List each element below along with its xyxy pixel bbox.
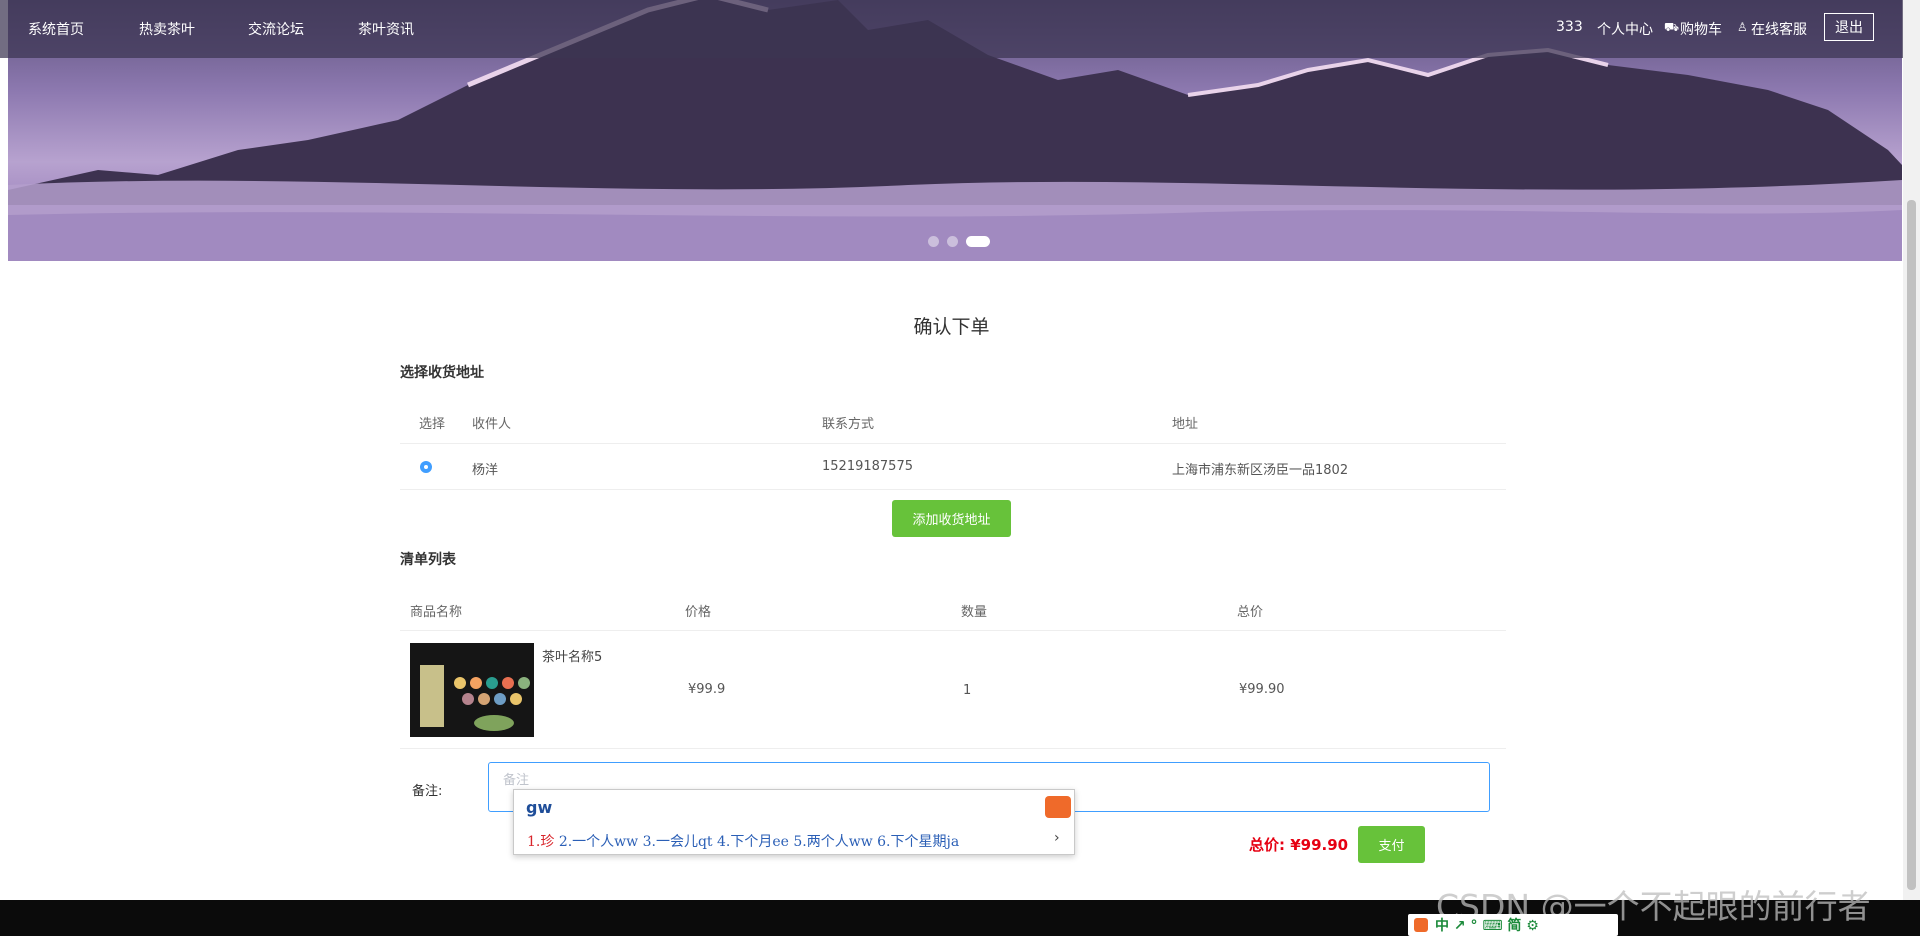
table-divider [400, 630, 1506, 631]
address-recipient: 杨洋 [472, 463, 499, 478]
ime-input-code: gw [526, 798, 553, 817]
product-image [410, 643, 534, 737]
product-price: ¥99.9 [688, 682, 726, 697]
ime-other-candidates[interactable]: 2.一个人ww 3.一会儿qt 4.下个月ee 5.两个人ww 6.下个星期ja [559, 834, 959, 850]
address-header-select: 选择 [419, 417, 446, 432]
carousel-dot[interactable] [947, 236, 958, 247]
address-phone: 15219187575 [822, 459, 913, 474]
ime-candidates[interactable]: 1.珍 2.一个人ww 3.一会儿qt 4.下个月ee 5.两个人ww 6.下个… [527, 831, 959, 851]
ime-next-page-icon[interactable]: › [1054, 830, 1060, 846]
add-address-button[interactable]: 添加收货地址 [892, 500, 1011, 537]
user-icon: ♙ [1737, 20, 1748, 34]
nav-username[interactable]: 333 [1556, 19, 1583, 35]
ime-toolbar-status[interactable]: 中 ↗ ° ⌨ 简 ⚙ [1435, 915, 1539, 935]
top-navbar: 系统首页 热卖茶叶 交流论坛 茶叶资讯 333 个人中心 ⛟ 购物车 ♙ 在线客… [0, 0, 1920, 58]
order-header-total: 总价 [1237, 605, 1264, 620]
carousel-indicators[interactable] [928, 236, 990, 247]
address-header-recipient: 收件人 [472, 417, 512, 432]
cart-icon: ⛟ [1664, 20, 1680, 34]
product-quantity: 1 [963, 683, 972, 698]
order-header-price: 价格 [685, 605, 712, 620]
nav-forum[interactable]: 交流论坛 [248, 19, 304, 39]
address-radio-selected[interactable] [420, 461, 432, 473]
order-section-title: 清单列表 [400, 552, 456, 568]
pay-button[interactable]: 支付 [1358, 826, 1425, 863]
ime-toolbar[interactable]: 中 ↗ ° ⌨ 简 ⚙ [1408, 914, 1618, 936]
ime-logo-icon [1045, 796, 1071, 818]
logout-button[interactable]: 退出 [1824, 13, 1874, 41]
nav-user-center[interactable]: 个人中心 [1597, 19, 1653, 39]
ime-first-candidate[interactable]: 1.珍 [527, 834, 554, 850]
address-section-title: 选择收货地址 [400, 365, 484, 381]
nav-cart[interactable]: 购物车 [1680, 19, 1722, 39]
table-divider [400, 443, 1506, 444]
ime-candidate-popup[interactable]: gw 1.珍 2.一个人ww 3.一会儿qt 4.下个月ee 5.两个人ww 6… [513, 789, 1075, 855]
nav-news[interactable]: 茶叶资讯 [358, 19, 414, 39]
total-label: 总价: [1249, 836, 1285, 854]
page-title: 确认下单 [913, 316, 990, 338]
table-divider [400, 489, 1506, 490]
nav-home[interactable]: 系统首页 [28, 19, 84, 39]
total-price: 总价: ¥99.90 [1249, 834, 1348, 855]
address-detail: 上海市浦东新区汤臣一品1802 [1172, 463, 1349, 478]
scrollbar[interactable] [1903, 0, 1920, 900]
product-subtotal: ¥99.90 [1239, 682, 1285, 697]
order-header-name: 商品名称 [410, 605, 463, 620]
total-value: ¥99.90 [1290, 836, 1349, 854]
product-name[interactable]: 茶叶名称5 [542, 646, 602, 665]
carousel-dot-active[interactable] [966, 236, 990, 247]
address-header-address: 地址 [1172, 417, 1199, 432]
address-header-phone: 联系方式 [822, 417, 875, 432]
nav-online-service[interactable]: 在线客服 [1751, 19, 1807, 39]
scrollbar-thumb[interactable] [1907, 200, 1916, 890]
remark-label: 备注: [412, 784, 443, 799]
table-divider [400, 748, 1506, 749]
ime-toolbar-logo-icon [1414, 918, 1428, 932]
order-header-quantity: 数量 [961, 605, 988, 620]
carousel-dot[interactable] [928, 236, 939, 247]
nav-hot-tea[interactable]: 热卖茶叶 [139, 19, 195, 39]
